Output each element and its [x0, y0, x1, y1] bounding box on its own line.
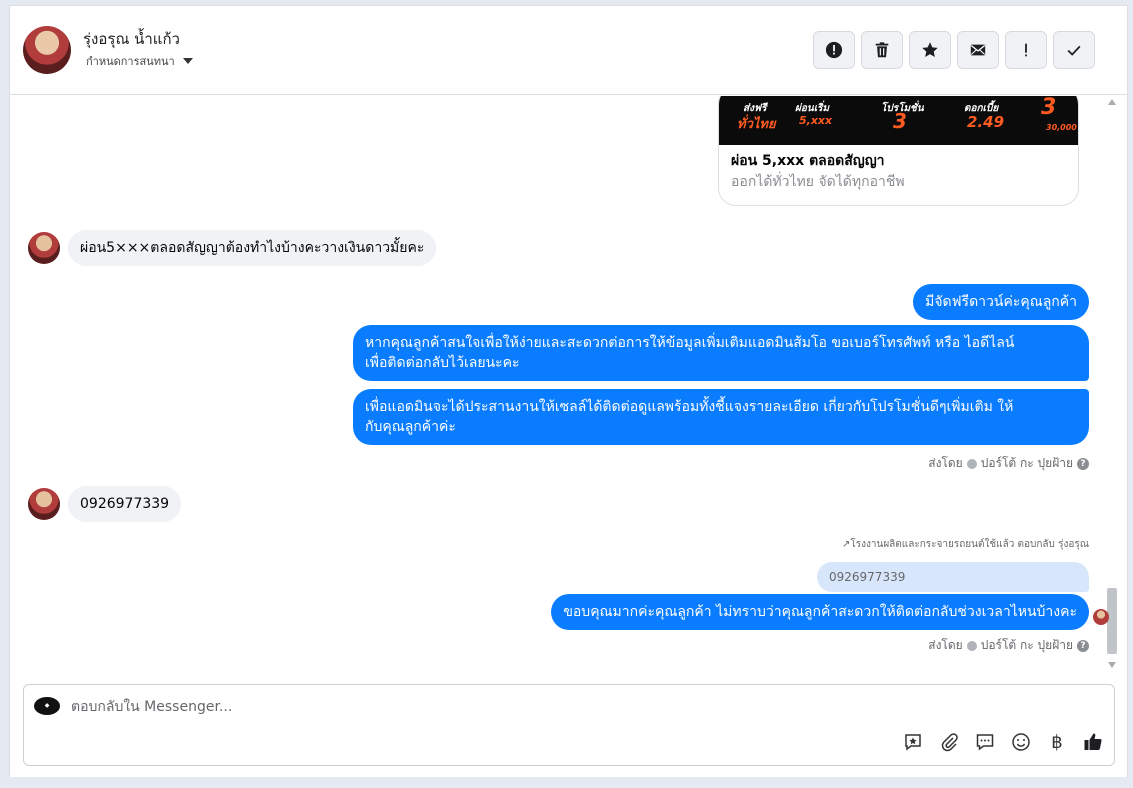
incoming-message-row: ผ่อน5×××ตลอดสัญญาต้องทำไงบ้างคะวางเงินดา… — [28, 230, 437, 266]
promo-extra-value: 3 — [1041, 96, 1057, 120]
caret-down-icon — [182, 58, 193, 64]
outgoing-message[interactable]: หากคุณลูกค้าสนใจเพื่อให้ง่ายและสะดวกต่อก… — [353, 325, 1089, 381]
help-icon[interactable]: ? — [1077, 457, 1089, 470]
message-icon[interactable] — [974, 731, 996, 753]
card-subtitle: ออกได้ทั่วไทย จัดได้ทุกอาชีพ — [731, 174, 905, 190]
baht-icon[interactable]: ฿ — [1046, 731, 1068, 753]
sent-by-label: ส่งโดย ปอร์โต้ กะ ปุยฝ้าย ? — [928, 454, 1089, 473]
promo-promotion-value: 3 — [893, 109, 907, 133]
incoming-message[interactable]: 0926977339 — [68, 486, 182, 522]
reply-input[interactable] — [71, 697, 771, 717]
contact-avatar-small — [28, 488, 60, 520]
verified-icon — [966, 640, 977, 651]
saved-reply-icon[interactable] — [902, 731, 924, 753]
like-icon[interactable] — [1082, 731, 1104, 753]
mark-unread-button[interactable] — [957, 31, 999, 69]
promo-installment-value: 5,xxx — [799, 114, 833, 127]
star-button[interactable] — [909, 31, 951, 69]
message-line: เพื่อติดต่อกลับไว้เลยนะคะ — [365, 355, 520, 371]
card-title: ผ่อน 5,xxx ตลอดสัญญา — [731, 153, 885, 169]
sent-by-text: ส่งโดย — [928, 456, 963, 470]
promo-extra-sub: 30,000 — [1046, 123, 1077, 132]
promo-free-delivery-value: ทั่วไทย — [737, 117, 776, 132]
alert-circle-icon — [825, 41, 843, 59]
header-actions — [813, 31, 1095, 69]
scroll-thumb[interactable] — [1107, 588, 1117, 654]
scroll-down-arrow-icon[interactable] — [1108, 662, 1116, 668]
outgoing-message[interactable]: ขอบคุณมากค่ะคุณลูกค้า ไม่ทราบว่าคุณลูกค้… — [551, 594, 1089, 630]
star-icon — [922, 42, 938, 58]
conversation-panel: รุ่งอรุณ น้ำแก้ว กำหนดการสนทนา ส่งฟรี ทั… — [9, 5, 1128, 777]
message-line: เพื่อแอดมินจะได้ประสานงานให้เซลล์ได้ติดต… — [365, 399, 1014, 415]
report-spam-button[interactable] — [813, 31, 855, 69]
message-line: กับคุณลูกค้าค่ะ — [365, 419, 456, 435]
verified-icon — [966, 458, 977, 469]
composer-tools: ฿ — [902, 731, 1104, 753]
message-thread[interactable]: ส่งฟรี ทั่วไทย ผ่อนเริ่ม 5,xxx โปรโมชั่น… — [10, 96, 1127, 676]
delete-button[interactable] — [861, 31, 903, 69]
thread-scrollbar[interactable] — [1106, 96, 1118, 676]
message-line: หากคุณลูกค้าสนใจเพื่อให้ง่ายและสะดวกต่อก… — [365, 335, 1015, 351]
promo-interest-value: 2.49 — [967, 113, 1005, 131]
contact-avatar-small — [28, 232, 60, 264]
contact-name[interactable]: รุ่งอรุณ น้ำแก้ว — [83, 27, 180, 51]
page-logo-icon: ◆ — [34, 697, 60, 715]
outgoing-message[interactable]: เพื่อแอดมินจะได้ประสานงานให้เซลล์ได้ติดต… — [353, 389, 1089, 445]
follow-up-button[interactable] — [1005, 31, 1047, 69]
assign-conversation-dropdown[interactable]: กำหนดการสนทนา — [86, 52, 193, 70]
sender-name[interactable]: ปอร์โต้ กะ ปุยฝ้าย — [981, 636, 1073, 655]
conversation-header: รุ่งอรุณ น้ำแก้ว กำหนดการสนทนา — [10, 6, 1127, 95]
help-icon[interactable]: ? — [1077, 639, 1089, 652]
contact-avatar[interactable] — [23, 26, 71, 74]
attachment-icon[interactable] — [938, 731, 960, 753]
outgoing-message[interactable]: มีจัดฟรีดาวน์ค่ะคุณลูกค้า — [913, 284, 1089, 320]
reply-note-text: โรงงานผลิตและกระจายรถยนต์ใช้แล้ว ตอบกลับ… — [850, 539, 1089, 550]
assign-label: กำหนดการสนทนา — [86, 55, 175, 68]
exclamation-icon — [1025, 43, 1027, 57]
envelope-icon — [970, 44, 986, 56]
incoming-message-row: 0926977339 — [28, 486, 182, 522]
mark-done-button[interactable] — [1053, 31, 1095, 69]
message-composer: ◆ ฿ — [23, 684, 1115, 766]
trash-icon — [875, 42, 889, 58]
seen-avatar — [1093, 609, 1109, 625]
scroll-up-arrow-icon[interactable] — [1108, 99, 1116, 105]
incoming-message[interactable]: ผ่อน5×××ตลอดสัญญาต้องทำไงบ้างคะวางเงินดา… — [68, 230, 437, 266]
sent-by-text: ส่งโดย — [928, 638, 963, 652]
promo-banner-image: ส่งฟรี ทั่วไทย ผ่อนเริ่ม 5,xxx โปรโมชั่น… — [719, 96, 1078, 145]
sender-name[interactable]: ปอร์โต้ กะ ปุยฝ้าย — [981, 454, 1073, 473]
link-preview-card[interactable]: ส่งฟรี ทั่วไทย ผ่อนเริ่ม 5,xxx โปรโมชั่น… — [718, 96, 1079, 206]
sent-by-label: ส่งโดย ปอร์โต้ กะ ปุยฝ้าย ? — [928, 636, 1089, 655]
quoted-message[interactable]: 0926977339 — [817, 562, 1089, 592]
check-icon — [1067, 45, 1081, 56]
reply-note: ↗โรงงานผลิตและกระจายรถยนต์ใช้แล้ว ตอบกลั… — [842, 537, 1089, 552]
emoji-icon[interactable] — [1010, 731, 1032, 753]
